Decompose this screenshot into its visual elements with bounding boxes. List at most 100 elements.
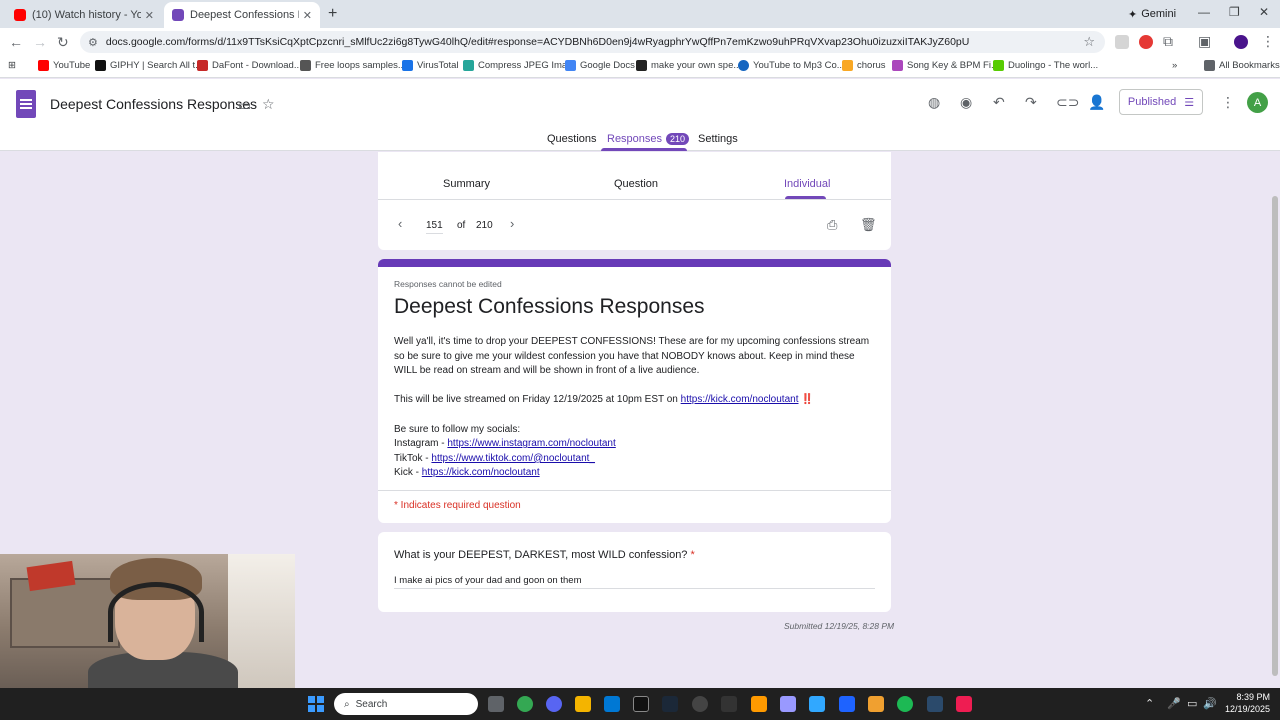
tiktok-icon[interactable] xyxy=(956,696,972,712)
obs-icon[interactable] xyxy=(692,696,708,712)
tab-settings[interactable]: Settings xyxy=(698,133,738,145)
response-number-input[interactable]: 151 xyxy=(426,220,443,234)
discord-icon[interactable] xyxy=(546,696,562,712)
print-icon[interactable]: ⎙ xyxy=(827,217,837,233)
published-button[interactable]: Published ☰ xyxy=(1119,89,1203,115)
steam-icon[interactable] xyxy=(662,696,678,712)
app-icon[interactable] xyxy=(927,696,943,712)
reload-icon[interactable]: ↻ xyxy=(57,34,69,51)
instagram-link[interactable]: https://www.instagram.com/nocloutant xyxy=(447,438,615,449)
more-options-icon[interactable]: ⋮ xyxy=(1221,94,1235,111)
undo-icon[interactable]: ↶ xyxy=(993,94,1005,111)
display-icon[interactable]: ▭ xyxy=(1187,697,1197,710)
kick-social-link[interactable]: https://kick.com/nocloutant xyxy=(422,467,540,478)
bookmark-chorus[interactable]: chorus xyxy=(842,60,886,71)
subtab-individual[interactable]: Individual xyxy=(784,178,830,190)
fl-studio-icon[interactable] xyxy=(868,696,884,712)
tab-youtube-history[interactable]: (10) Watch history - YouTube ✕ xyxy=(6,2,162,28)
capcut-icon[interactable] xyxy=(721,696,737,712)
apps-grid-icon[interactable]: ⊞ xyxy=(8,60,16,71)
premiere-icon[interactable] xyxy=(780,696,796,712)
browser-menu-icon[interactable]: ⋮ xyxy=(1261,33,1275,50)
google-forms-logo-icon[interactable] xyxy=(16,90,36,118)
photos-icon[interactable] xyxy=(604,696,620,712)
restore-icon[interactable]: ❐ xyxy=(1229,5,1240,19)
close-tab-icon[interactable]: ✕ xyxy=(303,9,312,22)
previous-response-icon[interactable]: ‹ xyxy=(398,216,402,231)
site-info-icon[interactable]: ⚙ xyxy=(88,36,98,49)
epic-games-icon[interactable] xyxy=(633,696,649,712)
form-name[interactable]: Deepest Confessions Responses xyxy=(50,96,257,112)
required-asterisk: * xyxy=(690,549,695,561)
task-view-icon[interactable] xyxy=(488,696,504,712)
social-kick: Kick - https://kick.com/nocloutant xyxy=(394,466,879,481)
bookmark-song-key[interactable]: Song Key & BPM Fi... xyxy=(892,60,999,71)
address-bar[interactable]: ⚙ docs.google.com/forms/d/11x9TTsKsiCqXp… xyxy=(80,31,1105,53)
social-tiktok: TikTok - https://www.tiktok.com/@noclout… xyxy=(394,452,879,467)
microphone-icon[interactable]: 🎤 xyxy=(1167,697,1181,710)
subtab-question[interactable]: Question xyxy=(614,178,658,190)
bookmark-free-loops[interactable]: Free loops samples... xyxy=(300,60,406,71)
next-response-icon[interactable]: › xyxy=(510,216,514,231)
download-icon xyxy=(738,60,749,71)
kick-link[interactable]: https://kick.com/nocloutant xyxy=(681,394,799,405)
star-icon[interactable]: ☆ xyxy=(262,96,275,113)
window-close-icon[interactable]: ✕ xyxy=(1259,5,1269,19)
all-bookmarks[interactable]: All Bookmarks xyxy=(1204,60,1280,71)
bookmark-compress-jpeg[interactable]: Compress JPEG Ima... xyxy=(463,60,575,71)
preview-eye-icon[interactable]: ◉ xyxy=(960,94,972,111)
bookmark-dafont[interactable]: DaFont - Download... xyxy=(197,60,302,71)
redo-icon[interactable]: ↷ xyxy=(1025,94,1037,111)
bookmark-virustotal[interactable]: VirusTotal xyxy=(402,60,459,71)
bookmark-giphy[interactable]: GIPHY | Search All t... xyxy=(95,60,203,71)
volume-icon[interactable]: 🔊 xyxy=(1203,697,1217,710)
virustotal-icon xyxy=(402,60,413,71)
taskbar-search[interactable]: ⌕ Search xyxy=(334,693,478,715)
form-title: Deepest Confessions Responses xyxy=(394,295,705,318)
bookmark-duolingo[interactable]: Duolingo - The worl... xyxy=(993,60,1098,71)
music-icon xyxy=(892,60,903,71)
file-explorer-icon[interactable] xyxy=(575,696,591,712)
bookmark-star-icon[interactable]: ☆ xyxy=(1083,34,1095,50)
add-collaborator-icon[interactable]: 👤 xyxy=(1088,94,1105,111)
tray-chevron-icon[interactable]: ⌃ xyxy=(1145,697,1154,710)
forward-icon[interactable]: → xyxy=(33,34,47,50)
back-icon[interactable]: ← xyxy=(9,34,23,50)
tab-google-forms[interactable]: Deepest Confessions Respons ✕ xyxy=(164,2,320,28)
tab-questions[interactable]: Questions xyxy=(547,133,597,145)
close-tab-icon[interactable]: ✕ xyxy=(145,9,154,22)
adblock-icon[interactable] xyxy=(1139,35,1153,49)
bookmark-make-your-own[interactable]: make your own spe... xyxy=(636,60,741,71)
clock[interactable]: 8:39 PM 12/19/2025 xyxy=(1222,691,1270,715)
bookmark-google-docs[interactable]: Google Docs xyxy=(565,60,635,71)
profile-icon[interactable] xyxy=(1234,35,1248,49)
palette-icon[interactable]: ◍ xyxy=(928,94,940,111)
bookmark-youtube[interactable]: YouTube xyxy=(38,60,90,71)
url-text: docs.google.com/forms/d/11x9TTsKsiCqXptC… xyxy=(105,36,970,48)
new-tab-button[interactable]: + xyxy=(328,5,337,23)
delete-icon[interactable]: 🗑 xyxy=(860,217,877,233)
tab-responses[interactable]: Responses 210 xyxy=(607,133,690,145)
extensions-puzzle-icon[interactable]: ⧉ xyxy=(1163,33,1173,50)
scrollbar-thumb[interactable] xyxy=(1272,196,1278,676)
tab-search-icon[interactable]: ▣ xyxy=(1198,33,1211,50)
photoshop-icon[interactable] xyxy=(809,696,825,712)
subtab-summary[interactable]: Summary xyxy=(443,178,490,190)
double-exclamation-icon: ‼️ xyxy=(801,394,814,406)
minimize-icon[interactable]: — xyxy=(1198,5,1210,19)
tiktok-link[interactable]: https://www.tiktok.com/@nocloutant_ xyxy=(431,453,595,464)
malwarebytes-icon[interactable] xyxy=(839,696,855,712)
submitted-timestamp: Submitted 12/19/25, 8:28 PM xyxy=(784,621,895,631)
illustrator-icon[interactable] xyxy=(751,696,767,712)
link-icon[interactable]: ⊂⊃ xyxy=(1056,94,1079,111)
move-folder-icon[interactable]: ▭ xyxy=(238,97,251,114)
windows-start-icon[interactable] xyxy=(308,696,324,712)
youtube-icon xyxy=(38,60,49,71)
more-bookmarks-icon[interactable]: » xyxy=(1172,60,1177,71)
chrome-icon[interactable] xyxy=(517,696,533,712)
avatar[interactable]: A xyxy=(1247,92,1268,113)
extension-icon[interactable] xyxy=(1115,35,1129,49)
gemini-button[interactable]: ✦ Gemini xyxy=(1120,4,1184,24)
spotify-icon[interactable] xyxy=(897,696,913,712)
bookmark-youtube-mp3[interactable]: YouTube to Mp3 Co... xyxy=(738,60,845,71)
